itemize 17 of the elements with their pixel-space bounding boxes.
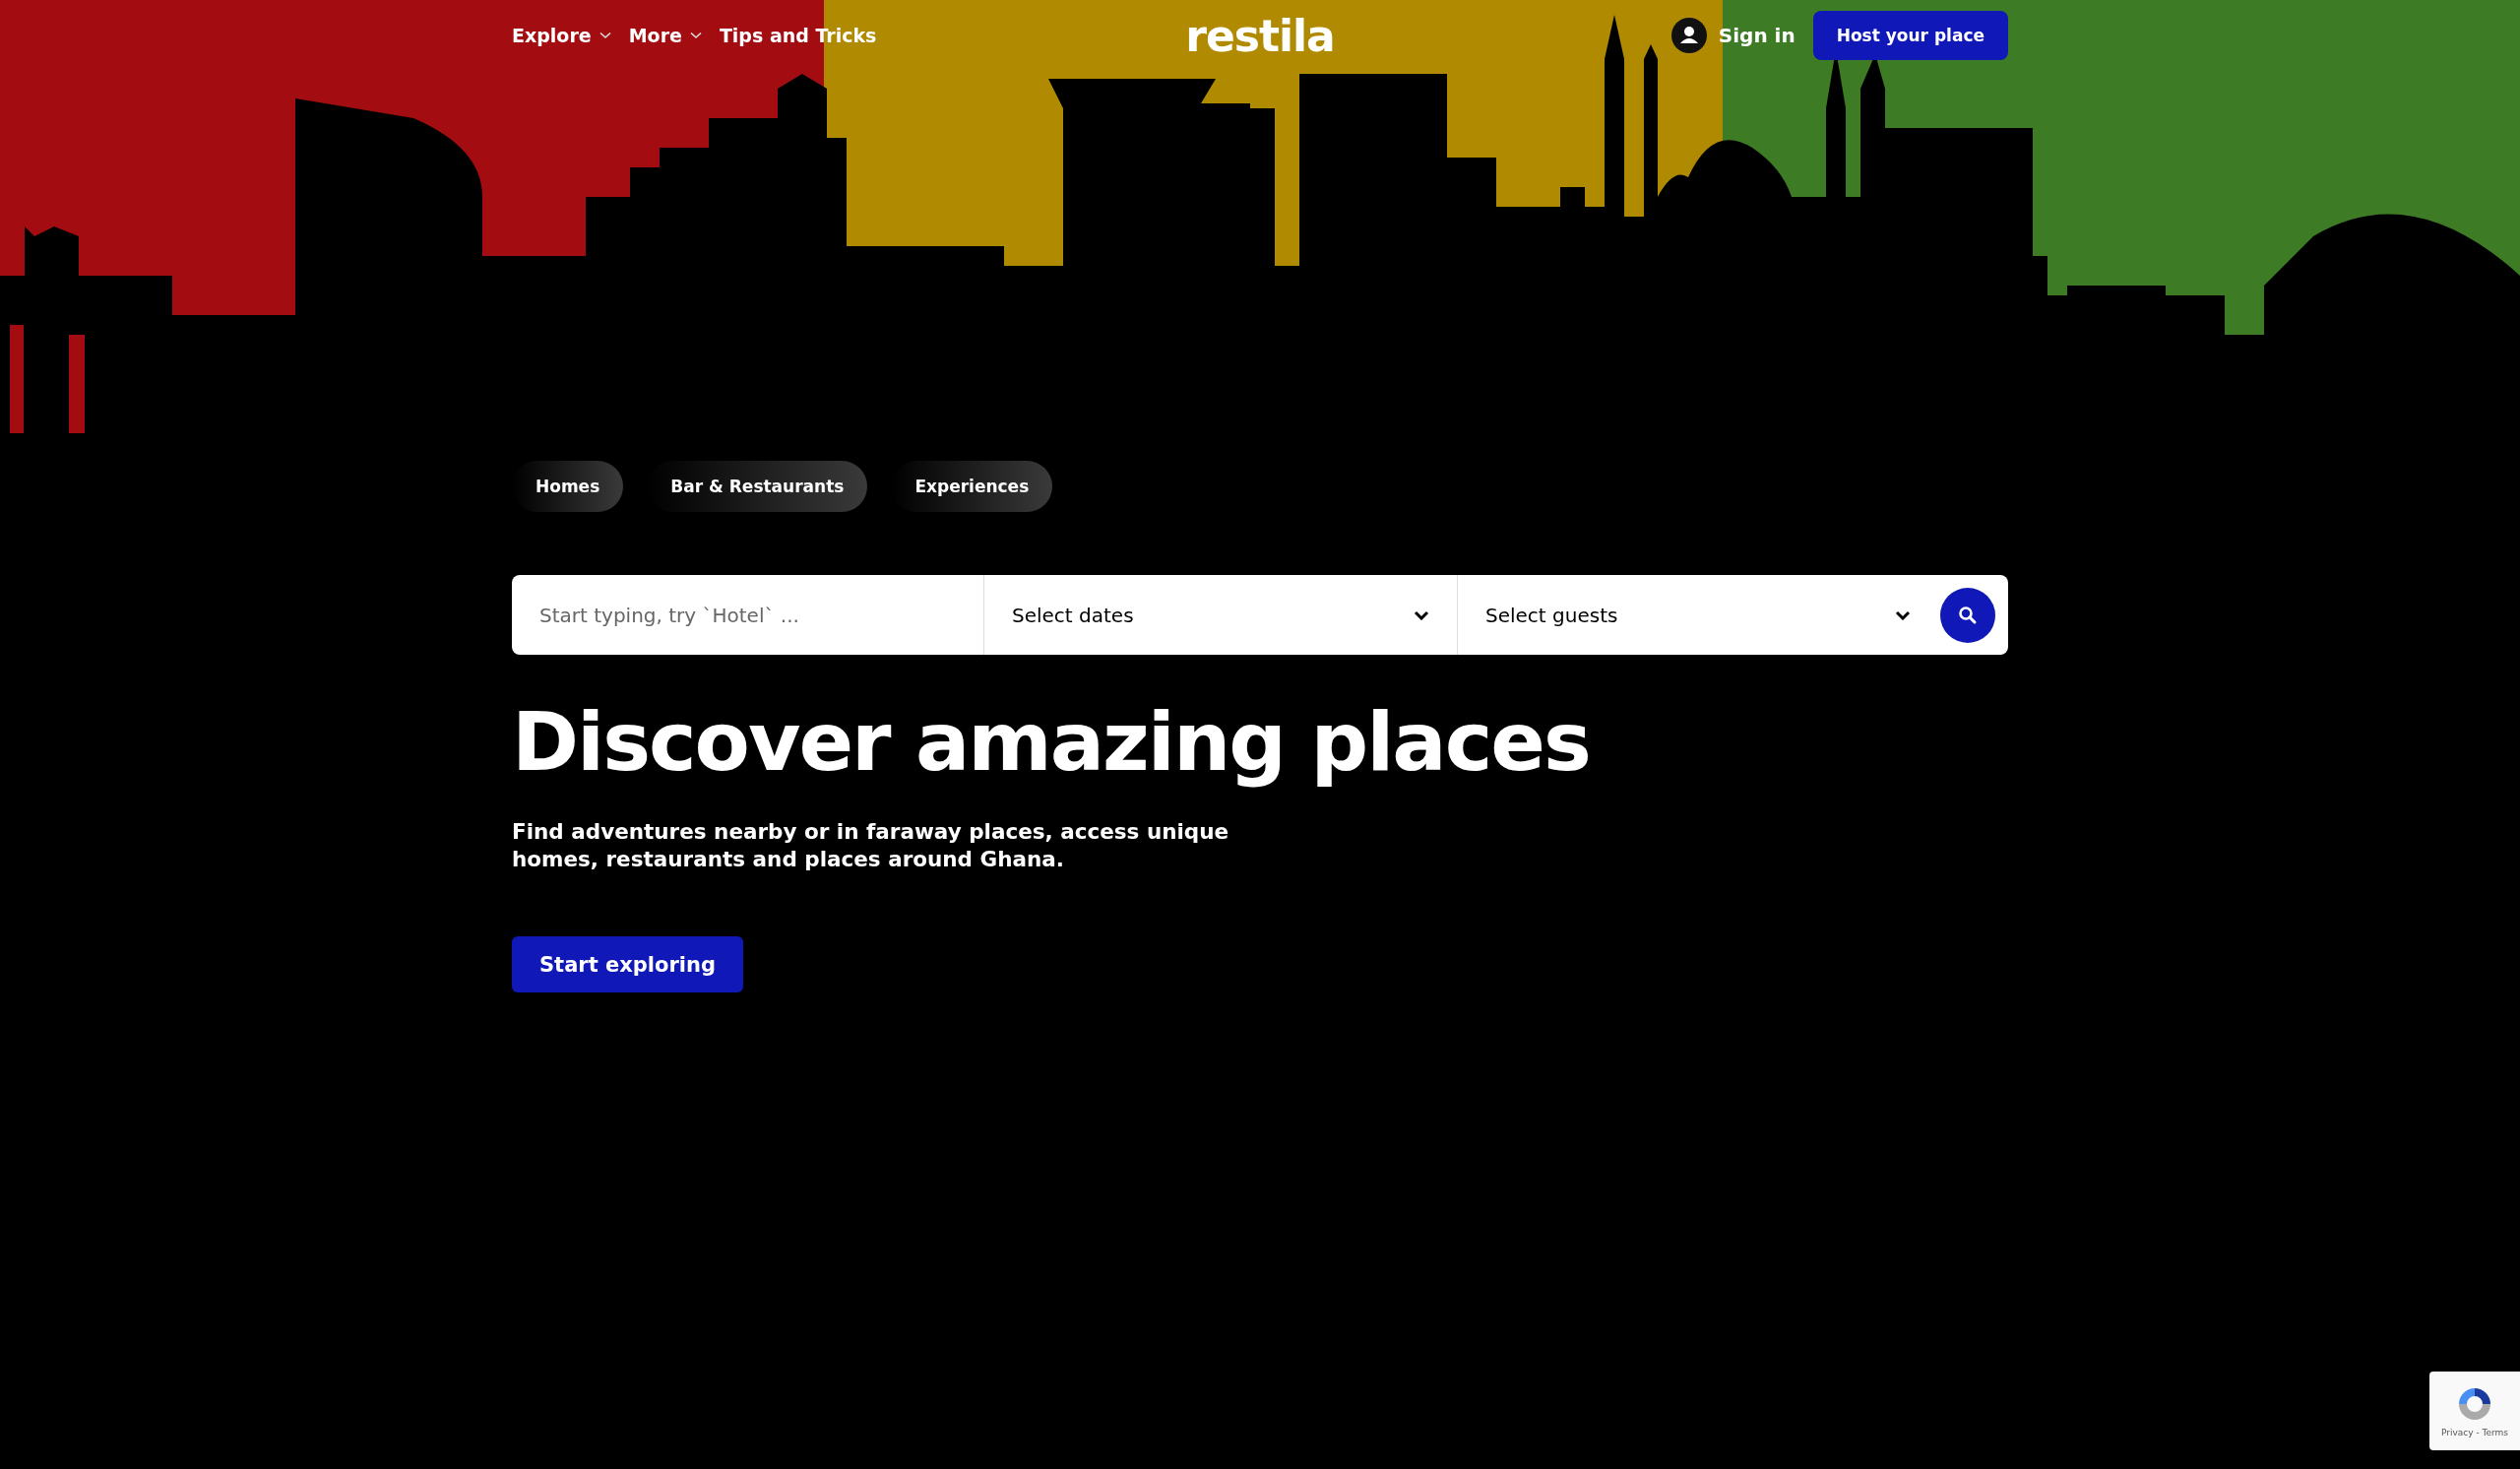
chevron-down-icon — [1895, 609, 1911, 620]
dates-select[interactable]: Select dates — [984, 575, 1458, 655]
nav-link[interactable]: More — [628, 25, 702, 46]
nav-link[interactable]: Tips and Tricks — [719, 25, 877, 46]
search-icon — [1958, 605, 1978, 625]
sign-in-link[interactable]: Sign in — [1718, 24, 1796, 47]
hero-subtitle: Find adventures nearby or in faraway places, access unique homes, restaurants and places around Ghana. — [512, 818, 1230, 874]
privacy-terms-link[interactable]: Privacy - Terms — [2440, 1428, 2509, 1437]
start-exploring-button[interactable]: Start exploring — [512, 936, 744, 993]
chevron-down-icon — [1414, 609, 1429, 620]
nav-link[interactable]: Explore — [512, 25, 611, 46]
user-avatar-icon[interactable] — [1670, 18, 1707, 53]
location-input[interactable]: Start typing, try `Hotel` ... — [512, 575, 984, 655]
host-your-place-button[interactable]: Host your place — [1812, 11, 2008, 60]
guests-select[interactable]: Select guests — [1458, 575, 1940, 655]
recaptcha-badge[interactable]: Privacy - Terms — [2429, 1372, 2520, 1450]
hero-title: Discover amazing places — [512, 694, 1591, 791]
